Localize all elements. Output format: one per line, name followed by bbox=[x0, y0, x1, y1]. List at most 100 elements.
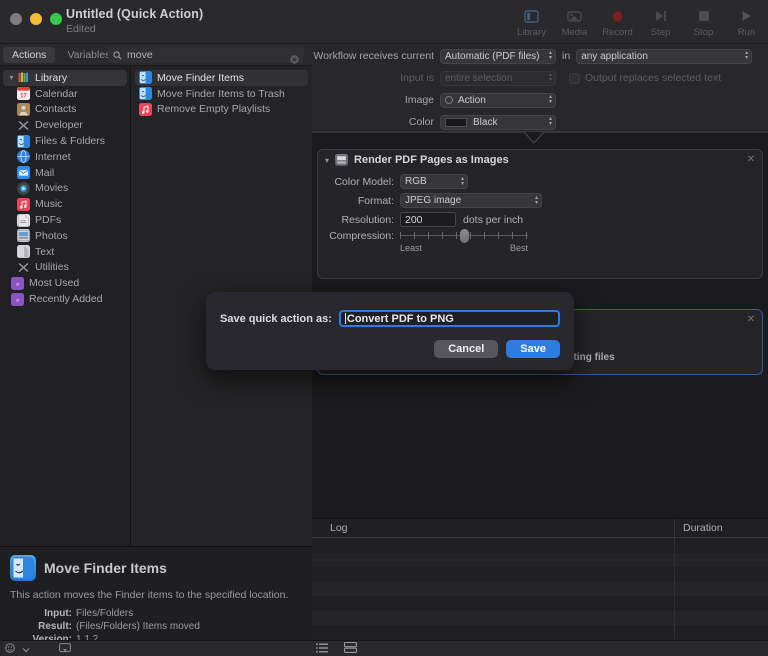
table-row bbox=[312, 538, 768, 553]
slider-captions: Least Best bbox=[400, 243, 528, 253]
toolbar-label: Run bbox=[737, 27, 756, 38]
sidebar-item-label: Movies bbox=[35, 182, 69, 195]
compression-row: Compression: Least Best bbox=[318, 229, 762, 259]
resolution-unit: dots per inch bbox=[463, 213, 524, 226]
sidebar-item-most-used[interactable]: Most Used bbox=[0, 275, 130, 291]
internet-icon bbox=[17, 150, 30, 164]
render-pdf-icon bbox=[335, 154, 349, 166]
sidebar-item-internet[interactable]: Internet bbox=[0, 149, 130, 165]
run-icon bbox=[740, 7, 753, 25]
folder-icon bbox=[11, 276, 24, 290]
sidebar-item-pdfs[interactable]: PDFs bbox=[0, 212, 130, 228]
output-replaces-checkbox[interactable] bbox=[569, 72, 580, 84]
format-row: Format: JPEG image ▴ ▾ bbox=[318, 191, 762, 210]
log-column-header[interactable]: Log bbox=[312, 522, 674, 534]
dialog-buttons: Cancel Save bbox=[206, 327, 574, 358]
slider-min-label: Least bbox=[400, 243, 423, 253]
sidebar-item-files-folders[interactable]: Files & Folders bbox=[0, 133, 130, 149]
chevron-down-icon[interactable] bbox=[22, 640, 30, 656]
list-item[interactable]: Move Finder Items to Trash bbox=[131, 86, 312, 102]
table-row bbox=[312, 567, 768, 582]
table-row bbox=[312, 596, 768, 611]
close-button[interactable] bbox=[10, 13, 22, 25]
resolution-value: 200 bbox=[405, 213, 423, 226]
toolbar-button-media[interactable]: Media bbox=[553, 2, 596, 38]
minimize-button[interactable] bbox=[30, 13, 42, 25]
toolbar-button-run[interactable]: Run bbox=[725, 2, 768, 38]
workflow-settings-panel: Workflow receives current Automatic (PDF… bbox=[312, 44, 768, 132]
chevron-down-icon[interactable]: ▾ bbox=[6, 73, 17, 82]
finder-icon bbox=[139, 87, 152, 101]
list-item[interactable]: Remove Empty Playlists bbox=[131, 102, 312, 118]
split-view-icon[interactable] bbox=[343, 640, 358, 656]
sidebar-item-music[interactable]: Music bbox=[0, 196, 130, 212]
save-button[interactable]: Save bbox=[506, 340, 560, 358]
close-icon[interactable]: ✕ bbox=[747, 154, 755, 165]
finder-icon bbox=[139, 71, 152, 85]
svg-text:17: 17 bbox=[20, 94, 27, 100]
resolution-input[interactable]: 200 bbox=[400, 212, 456, 227]
search-field[interactable]: move bbox=[108, 47, 304, 64]
tab-actions[interactable]: Actions bbox=[3, 46, 56, 63]
maximize-button[interactable] bbox=[50, 13, 62, 25]
color-model-select[interactable]: RGB ▴ ▾ bbox=[400, 174, 468, 189]
sidebar-item-developer[interactable]: Developer bbox=[0, 117, 130, 133]
compression-slider[interactable] bbox=[400, 229, 528, 243]
workflow-connector bbox=[312, 132, 768, 146]
sidebar-item-calendar[interactable]: 17 Calendar bbox=[0, 86, 130, 102]
duration-column-header[interactable]: Duration bbox=[674, 518, 768, 538]
library-root-row[interactable]: ▾ Library bbox=[3, 70, 127, 86]
sidebar-item-movies[interactable]: Movies bbox=[0, 181, 130, 197]
save-quick-action-dialog: Save quick action as: Convert PDF to PNG… bbox=[206, 292, 574, 370]
slider-max-label: Best bbox=[509, 243, 528, 253]
cancel-button[interactable]: Cancel bbox=[434, 340, 499, 358]
sidebar-item-text[interactable]: Text bbox=[0, 244, 130, 260]
sidebar-item-contacts[interactable]: Contacts bbox=[0, 102, 130, 118]
media-icon bbox=[567, 7, 582, 25]
workflow-color-label: Color bbox=[408, 116, 434, 128]
toolbar-button-library[interactable]: Library bbox=[510, 2, 553, 38]
action-header[interactable]: ▾ Render PDF Pages as Images ✕ bbox=[318, 150, 762, 170]
sidebar-item-mail[interactable]: Mail bbox=[0, 165, 130, 181]
action-title: Render PDF Pages as Images bbox=[354, 154, 509, 166]
log-header: Log Duration bbox=[312, 518, 768, 538]
quick-action-name-input[interactable]: Convert PDF to PNG bbox=[338, 310, 560, 327]
action-block-render-pdf[interactable]: ▾ Render PDF Pages as Images ✕ Color Mod… bbox=[317, 149, 763, 279]
table-row bbox=[312, 610, 768, 625]
toolbar-button-step[interactable]: Step bbox=[639, 2, 682, 38]
comment-icon[interactable] bbox=[59, 640, 71, 656]
info-detail-key: Result: bbox=[38, 621, 72, 632]
close-icon[interactable]: ✕ bbox=[747, 314, 755, 325]
format-select[interactable]: JPEG image ▴ ▾ bbox=[400, 193, 542, 208]
info-icon[interactable] bbox=[5, 640, 15, 656]
chevron-down-icon[interactable]: ▾ bbox=[325, 156, 329, 165]
workflow-in-select[interactable]: any application ▴ ▾ bbox=[576, 48, 753, 64]
list-item-label: Move Finder Items to Trash bbox=[157, 87, 285, 100]
slider-knob[interactable] bbox=[460, 229, 469, 243]
toolbar-button-record[interactable]: Record bbox=[596, 2, 639, 38]
workflow-color-value: Black bbox=[473, 116, 498, 128]
sidebar-item-recently-added[interactable]: Recently Added bbox=[0, 291, 130, 307]
format-value: JPEG image bbox=[405, 195, 462, 206]
info-detail-key: Input: bbox=[44, 608, 72, 619]
color-model-row: Color Model: RGB ▴ ▾ bbox=[318, 172, 762, 191]
calendar-icon: 17 bbox=[17, 87, 30, 101]
list-view-icon[interactable] bbox=[316, 640, 328, 656]
list-item[interactable]: Move Finder Items bbox=[135, 70, 308, 86]
color-swatch bbox=[445, 117, 467, 127]
workflow-receives-value: Automatic (PDF files) bbox=[445, 50, 540, 62]
info-header: Move Finder Items bbox=[10, 555, 302, 581]
list-item-label: Move Finder Items bbox=[157, 71, 244, 84]
workflow-image-select[interactable]: Action ▴ ▾ bbox=[440, 92, 556, 108]
status-right-icons bbox=[316, 640, 358, 656]
text-caret bbox=[344, 313, 346, 324]
sidebar-item-photos[interactable]: Photos bbox=[0, 228, 130, 244]
toolbar-button-stop[interactable]: Stop bbox=[682, 2, 725, 38]
sidebar-item-utilities[interactable]: Utilities bbox=[0, 260, 130, 276]
workflow-in-value: any application bbox=[581, 50, 648, 62]
toolbar: Library Media Record Step Stop Run bbox=[510, 2, 768, 38]
workflow-receives-select[interactable]: Automatic (PDF files) ▴ ▾ bbox=[440, 48, 556, 64]
workflow-input-select[interactable]: entire selection ▴ ▾ bbox=[440, 70, 556, 86]
workflow-color-select[interactable]: Black ▴ ▾ bbox=[440, 114, 556, 130]
table-row bbox=[312, 581, 768, 596]
